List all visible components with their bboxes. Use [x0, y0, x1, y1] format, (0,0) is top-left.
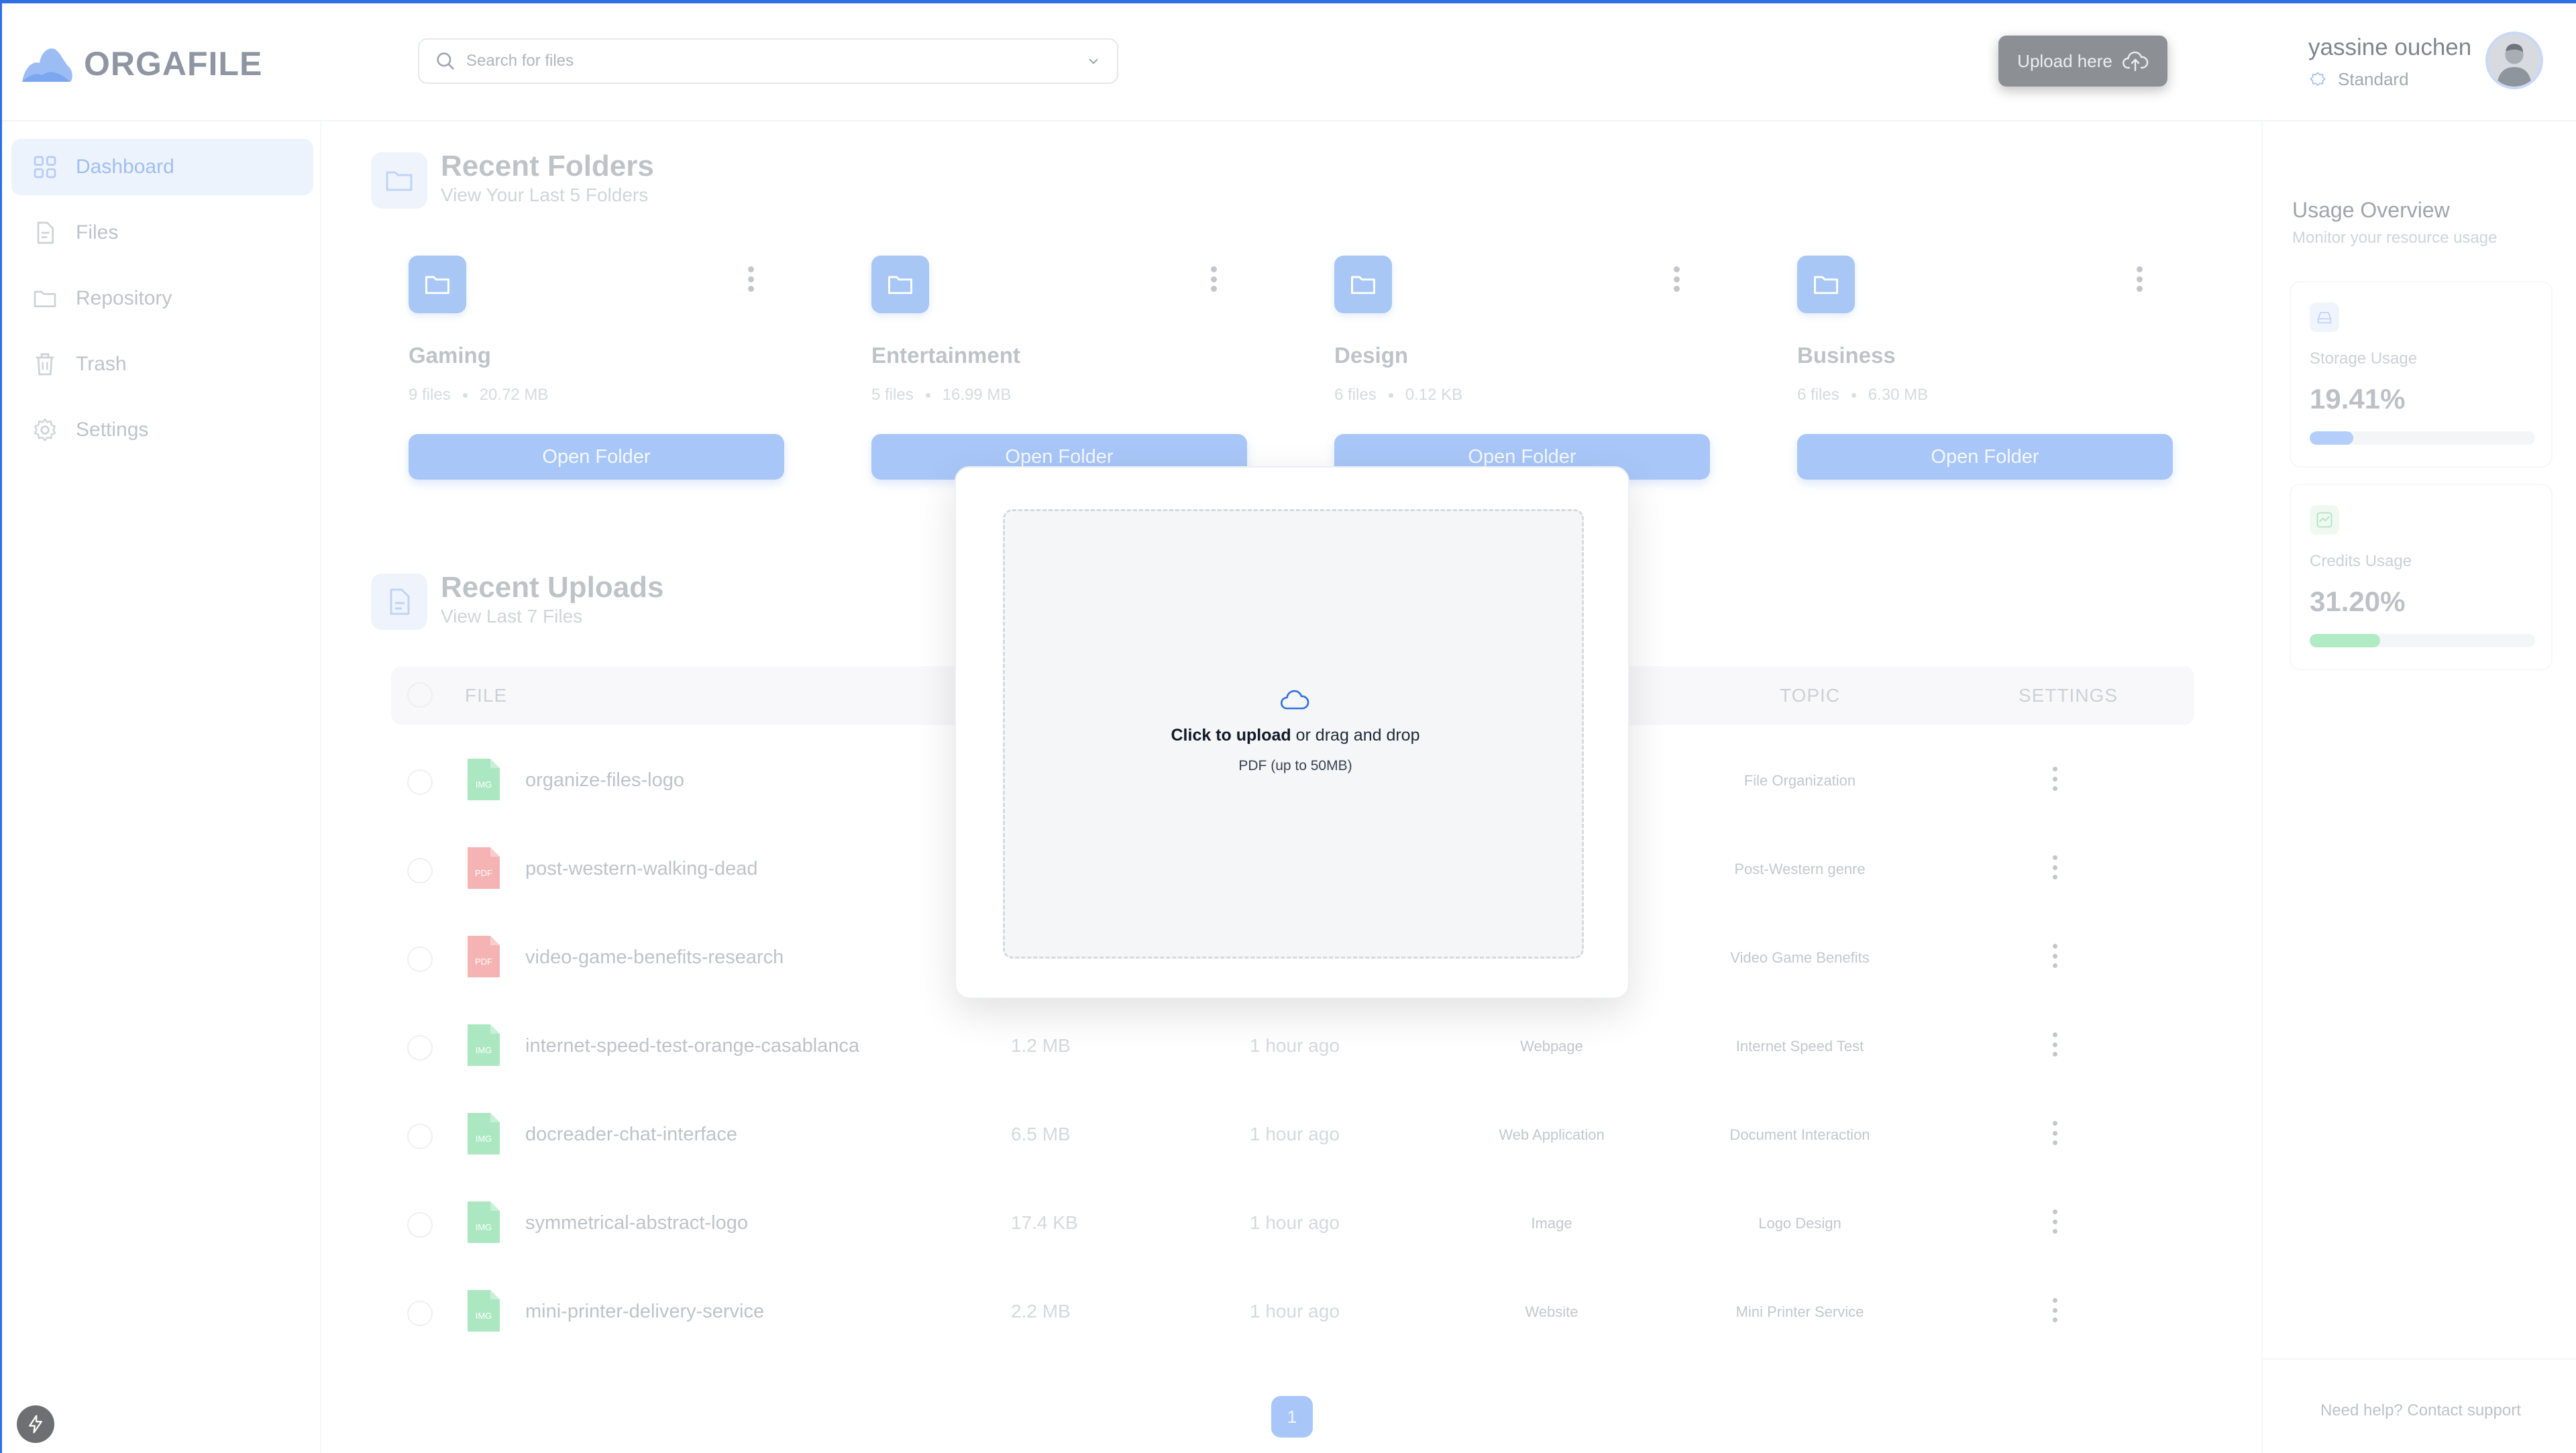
- cloud-upload-icon: [2122, 51, 2149, 72]
- file-dropzone[interactable]: Click to upload or drag and drop PDF (up…: [1003, 509, 1584, 959]
- upload-button-label: Upload here: [2017, 50, 2112, 71]
- avatar[interactable]: [2485, 32, 2543, 89]
- click-to-upload-link[interactable]: Click to upload: [1171, 726, 1291, 745]
- app-window: ORGAFILE Upload here yassine ouchen Stan…: [0, 0, 2576, 1453]
- top-header: ORGAFILE Upload here yassine ouchen Stan…: [2, 3, 2576, 121]
- drag-drop-text: or drag and drop: [1291, 726, 1420, 745]
- user-plan-label: Standard: [2338, 69, 2409, 89]
- user-plan: Standard: [2308, 69, 2409, 90]
- user-profile[interactable]: yassine ouchen Standard: [2308, 30, 2563, 97]
- user-name: yassine ouchen: [2308, 34, 2472, 60]
- file-type-hint: PDF (up to 50MB): [1238, 758, 1352, 773]
- chevron-down-icon[interactable]: [1085, 52, 1102, 70]
- dropzone-instructions: Click to upload or drag and drop: [1005, 726, 1586, 745]
- search-input[interactable]: [466, 52, 1085, 70]
- avatar-image: [2488, 34, 2540, 87]
- search-icon: [437, 52, 454, 70]
- badge-icon: [2310, 71, 2326, 86]
- brand-name: ORGAFILE: [84, 45, 263, 83]
- logo-icon: [22, 48, 72, 82]
- brand-logo[interactable]: ORGAFILE: [19, 37, 262, 91]
- cloud-icon: [1280, 690, 1309, 710]
- upload-modal: Click to upload or drag and drop PDF (up…: [955, 466, 1629, 999]
- upload-button[interactable]: Upload here: [1998, 36, 2167, 87]
- search-bar[interactable]: [418, 38, 1118, 84]
